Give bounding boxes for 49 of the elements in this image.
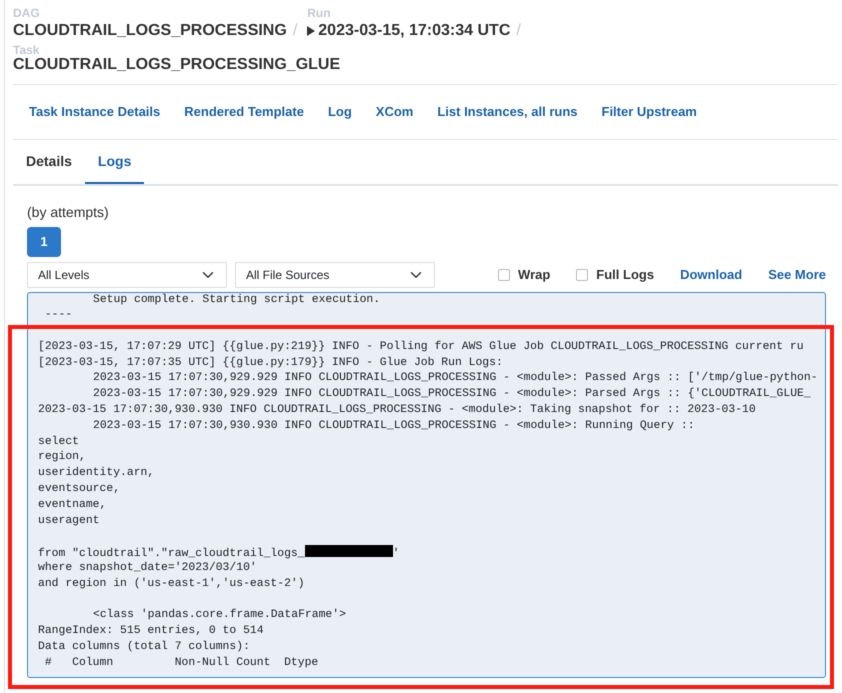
checkbox-label: Full Logs	[596, 266, 654, 284]
tab[interactable]: Logs	[84, 140, 144, 184]
checkbox[interactable]	[498, 268, 510, 280]
log-line: Setup complete. Starting script execution.	[93, 294, 380, 306]
log-line: RangeIndex: 515 entries, 0 to 514	[38, 625, 264, 638]
crumb-label: DAG	[13, 8, 41, 19]
crumb-value: CLOUDTRAIL_LOGS_PROCESSING_GLUE	[13, 56, 340, 74]
checkbox[interactable]	[576, 268, 588, 280]
nav-link[interactable]: List Instances, all runs	[437, 102, 578, 122]
log-line: eventsource,	[38, 483, 120, 496]
checkbox-label: Wrap	[518, 266, 550, 284]
tab[interactable]: Details	[13, 140, 85, 184]
attempts-label: (by attempts)	[27, 202, 110, 222]
log-line: select	[38, 436, 80, 448]
nav-link[interactable]: Task Instance Details	[29, 102, 160, 122]
log-line: and region in ('us-east-1','us-east-2')	[38, 578, 305, 590]
crumb-value: 2023-03-15, 17:03:34 UTC	[318, 22, 510, 40]
log-line: # Column Non-Null Count Dtype	[44, 656, 318, 669]
log-line: 2023-03-15 17:07:30,930.930 INFO CLOUDTRAIL_LOGS_PROCESSING - <module>: Taking snapshot for :: 2023-03-10	[38, 404, 756, 416]
log-line: [2023-03-15, 17:07:35 UTC] {{glue.py:179}} INFO - Glue Job Run Logs:	[38, 356, 503, 369]
log-line: 2023-03-15 17:07:30,930.930 INFO CLOUDTRAIL_LOGS_PROCESSING - <module>: Running Query ::	[93, 420, 695, 432]
action-link[interactable]: See More	[768, 264, 826, 284]
breadcrumb-separator: /	[516, 21, 521, 41]
log-line: useridentity.arn,	[38, 467, 154, 480]
log-text: '	[392, 548, 400, 560]
log-line: ----	[44, 309, 72, 322]
log-line: region,	[38, 451, 86, 464]
log-line: eventname,	[38, 498, 106, 511]
log-line: 2023-03-15 17:07:30,929.929 INFO CLOUDTRAIL_LOGS_PROCESSING - <module>: Passed Args :: ['/tmp/glue-python-	[93, 372, 818, 384]
log-line: 2023-03-15 17:07:30,929.929 INFO CLOUDTRAIL_LOGS_PROCESSING - <module>: Parsed Args :: {'CLOUDTRAIL_GLUE_	[93, 388, 811, 400]
nav-link[interactable]: Rendered Template	[184, 102, 304, 122]
crumb-value: CLOUDTRAIL_LOGS_PROCESSING	[13, 22, 287, 40]
nav-link[interactable]: XCom	[376, 102, 414, 122]
filter-dropdown[interactable]: All Levels	[27, 262, 227, 288]
nav-link[interactable]: Filter Upstream	[602, 102, 697, 122]
breadcrumb-separator: /	[292, 21, 298, 41]
log-line: useragent	[38, 514, 100, 527]
action-link[interactable]: Download	[680, 264, 742, 284]
crumb-label: Task	[13, 45, 40, 56]
filter-dropdown[interactable]: All File Sources	[235, 262, 435, 288]
log-line: where snapshot_date='2023/03/10'	[38, 562, 257, 574]
crumb-label: Run	[307, 8, 332, 19]
nav-link[interactable]: Log	[328, 102, 352, 122]
log-line: from "cloudtrail"."raw_cloudtrail_logs_	[38, 548, 305, 560]
log-line: [2023-03-15, 17:07:29 UTC] {{glue.py:219}} INFO - Polling for AWS Glue Job CLOUDTRAIL_LOGS_PROCESSING current ru	[38, 340, 804, 353]
log-line: <class 'pandas.core.frame.DataFrame'>	[93, 609, 346, 622]
play-icon	[307, 26, 316, 36]
attempt-button[interactable]: 1	[27, 226, 61, 256]
log-line: Data columns (total 7 columns):	[38, 641, 250, 654]
